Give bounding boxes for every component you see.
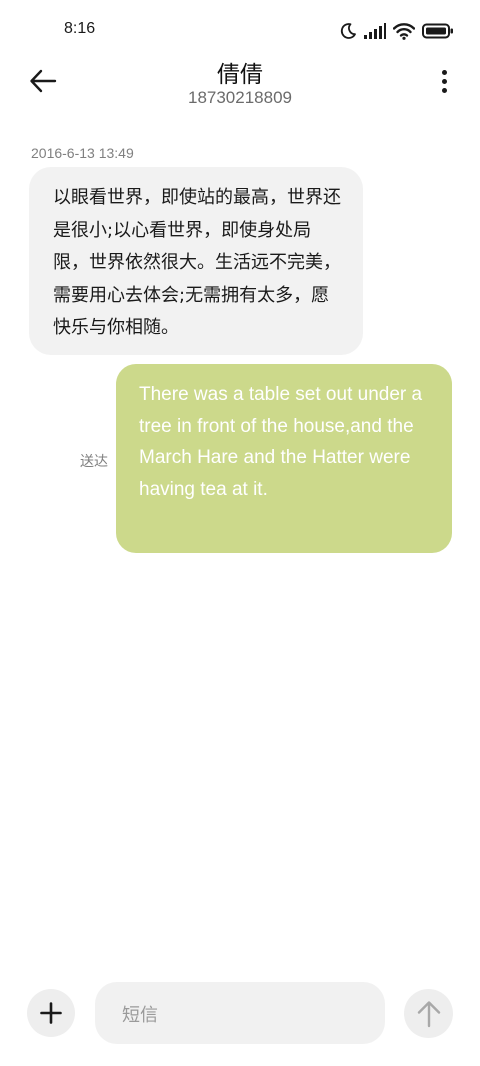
- message-timestamp: 2016-6-13 13:49: [31, 145, 134, 161]
- send-button[interactable]: [404, 989, 453, 1038]
- add-attachment-button[interactable]: [27, 989, 75, 1037]
- more-options-button[interactable]: [438, 70, 450, 96]
- contact-name: 倩倩: [217, 62, 263, 88]
- wifi-icon: [393, 22, 415, 40]
- signal-icon: [364, 23, 386, 39]
- incoming-message-bubble[interactable]: 以眼看世界，即使站的最高，世界还是很小;以心看世界，即使身处局限，世界依然很大。…: [29, 167, 363, 355]
- contact-number: 18730218809: [187, 88, 292, 107]
- conversation-header: 倩倩 18730218809: [0, 50, 480, 120]
- outgoing-message-bubble[interactable]: There was a table set out under a tree i…: [116, 364, 452, 553]
- delivery-status: 送达: [80, 454, 108, 470]
- status-icons: [339, 20, 454, 42]
- more-vertical-icon: [441, 70, 447, 75]
- battery-icon: [422, 23, 454, 39]
- message-input-placeholder: 短信: [122, 1005, 158, 1026]
- status-time: 8:16: [64, 20, 96, 37]
- message-input[interactable]: 短信: [95, 982, 385, 1044]
- outgoing-message-text: There was a table set out under a tree i…: [139, 384, 423, 500]
- incoming-message-text: 以眼看世界，即使站的最高，世界还是很小;以心看世界，即使身处局限，世界依然很大。…: [53, 187, 341, 338]
- moon-icon: [339, 22, 357, 40]
